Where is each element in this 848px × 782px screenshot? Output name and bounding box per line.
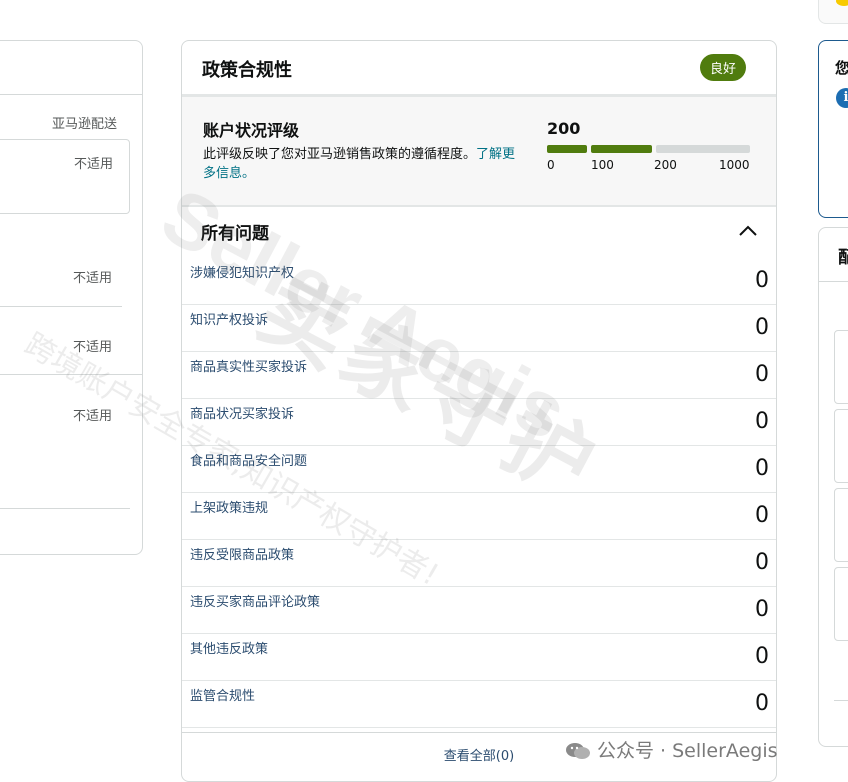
issue-row: 知识产权投诉 0 [182, 304, 776, 352]
rating-score: 200 [547, 119, 581, 138]
issue-link[interactable]: 违反受限商品政策 [190, 544, 294, 563]
issue-count: 0 [755, 456, 769, 481]
watermark-footer-text: 公众号 · SellerAegis [597, 740, 778, 762]
rating-bar-segment [547, 145, 587, 153]
issue-link[interactable]: 其他违反政策 [190, 638, 268, 657]
watermark-footer: 公众号 · SellerAegis [565, 736, 778, 763]
issue-row: 食品和商品安全问题 0 [182, 445, 776, 493]
issue-link[interactable]: 上架政策违规 [190, 497, 268, 516]
notice-title: 您 [835, 59, 848, 77]
card-divider [834, 700, 848, 701]
row-divider [0, 306, 122, 307]
rating-tick-label: 200 [654, 158, 677, 172]
issue-row: 违反买家商品评论政策 0 [182, 586, 776, 634]
side-item[interactable] [834, 488, 848, 562]
issue-row: 涉嫌侵犯知识产权 0 [182, 257, 776, 305]
side-item[interactable] [834, 409, 848, 483]
rating-bar-segment [591, 145, 652, 153]
issue-row: 商品状况买家投诉 0 [182, 398, 776, 446]
issue-link[interactable]: 商品真实性买家投诉 [190, 356, 307, 375]
issue-count: 0 [755, 691, 769, 716]
issue-link[interactable]: 违反买家商品评论政策 [190, 591, 320, 610]
status-badge: 良好 [699, 54, 746, 81]
account-health-rating: 账户状况评级 此评级反映了您对亚马逊销售政策的遵循程度。了解更多信息。 200 … [182, 97, 776, 207]
side-card: 配 [818, 227, 848, 747]
issues-section-header[interactable]: 所有问题 [182, 207, 776, 257]
info-icon: i [836, 88, 848, 108]
issue-row: 上架政策违规 0 [182, 492, 776, 540]
row-divider [0, 508, 130, 509]
metric-value: 不适用 [73, 409, 113, 424]
rating-tick-label: 1000 [719, 158, 750, 172]
metric-value: 不适用 [74, 157, 114, 172]
issues-title: 所有问题 [201, 224, 269, 244]
issue-row: 商品真实性买家投诉 0 [182, 351, 776, 399]
issue-count: 0 [755, 315, 769, 340]
issue-count: 0 [755, 644, 769, 669]
issue-count: 0 [755, 409, 769, 434]
issue-link[interactable]: 商品状况买家投诉 [190, 403, 294, 422]
card-title: 政策合规性 [202, 60, 292, 81]
fulfillment-panel: 亚马逊配送 不适用 不适用 不适用 不适用 [0, 40, 143, 555]
issue-link[interactable]: 涉嫌侵犯知识产权 [190, 262, 294, 281]
card-divider [819, 281, 848, 282]
card-header: 政策合规性 良好 [182, 41, 776, 97]
panel-divider [0, 94, 142, 95]
row-divider [0, 374, 142, 375]
issue-link[interactable]: 监管合规性 [190, 685, 255, 704]
rating-title: 账户状况评级 [203, 121, 300, 140]
issue-count: 0 [755, 362, 769, 387]
issue-link[interactable]: 知识产权投诉 [190, 309, 268, 328]
issue-row: 违反受限商品政策 0 [182, 539, 776, 587]
metric-value: 不适用 [73, 271, 113, 286]
issue-count: 0 [755, 550, 769, 575]
issue-row: 其他违反政策 0 [182, 633, 776, 681]
side-item[interactable] [834, 330, 848, 404]
issue-link[interactable]: 食品和商品安全问题 [190, 450, 307, 469]
policy-compliance-card: 政策合规性 良好 账户状况评级 此评级反映了您对亚马逊销售政策的遵循程度。了解更… [181, 40, 777, 782]
rating-tick-label: 0 [547, 158, 555, 172]
rating-bar-segment [656, 145, 750, 153]
notice-card: 您 i [818, 40, 848, 218]
rating-description-text: 此评级反映了您对亚马逊销售政策的遵循程度。 [203, 147, 477, 162]
issue-count: 0 [755, 597, 769, 622]
metric-value: 不适用 [73, 340, 113, 355]
wechat-icon [566, 743, 590, 759]
chevron-up-icon[interactable] [737, 221, 759, 241]
side-card-title: 配 [838, 248, 848, 268]
metric-box: 不适用 [0, 139, 130, 214]
issue-count: 0 [755, 503, 769, 528]
rating-tick-label: 100 [591, 158, 614, 172]
issue-row: 监管合规性 0 [182, 680, 776, 728]
side-item[interactable] [834, 567, 848, 641]
column-header-amazon-fulfillment: 亚马逊配送 [52, 117, 118, 132]
rating-description: 此评级反映了您对亚马逊销售政策的遵循程度。了解更多信息。 [203, 145, 518, 183]
issue-count: 0 [755, 268, 769, 293]
